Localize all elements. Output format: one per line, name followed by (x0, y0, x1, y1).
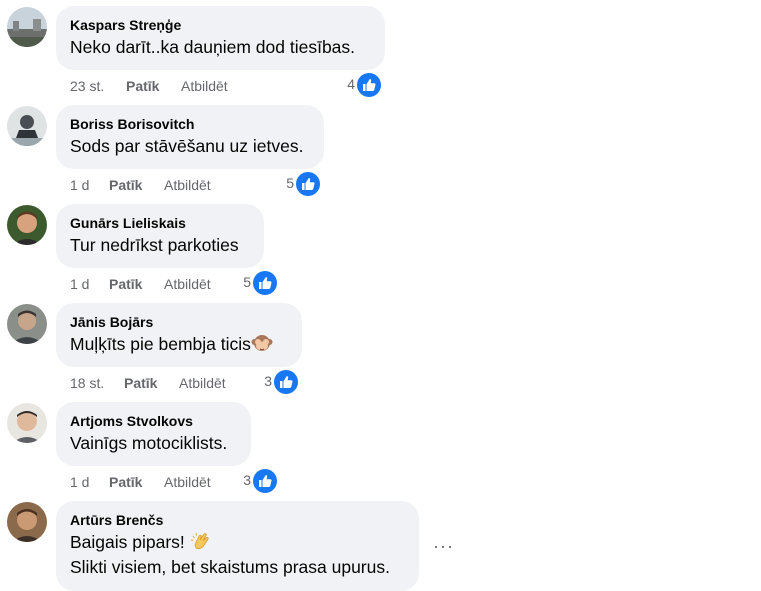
avatar[interactable] (7, 7, 47, 47)
reaction-summary[interactable]: 3 (236, 469, 277, 493)
avatar[interactable] (7, 403, 47, 443)
reply-button[interactable]: Atbildēt (164, 275, 211, 293)
avatar[interactable] (7, 304, 47, 344)
reply-button[interactable]: Atbildēt (181, 77, 228, 95)
like-reaction-icon (274, 370, 298, 394)
comment-text-line2: Slikti visiem, bet skaistums prasa upuru… (70, 557, 390, 577)
reaction-count: 5 (286, 175, 294, 191)
comment-author[interactable]: Jānis Bojārs (70, 313, 289, 331)
reply-button[interactable]: Atbildēt (164, 176, 211, 194)
reply-button[interactable]: Atbildēt (164, 473, 211, 491)
like-button[interactable]: Patīk (109, 176, 142, 194)
more-options-button[interactable]: ··· (433, 537, 454, 555)
reaction-count: 3 (264, 373, 272, 389)
comment-timestamp[interactable]: 23 st. (70, 77, 104, 95)
like-button[interactable]: Patīk (109, 473, 142, 491)
comment-timestamp[interactable]: 1 d (70, 176, 89, 194)
comment-text: Tur nedrīkst parkoties (70, 235, 239, 255)
reply-button[interactable]: Atbildēt (179, 374, 226, 392)
comment-author[interactable]: Kaspars Streņģe (70, 16, 372, 34)
comment-bubble: Artjoms Stvolkovs Vainīgs motociklists. (56, 402, 251, 466)
like-reaction-icon (357, 73, 381, 97)
reaction-summary[interactable]: 4 (340, 73, 381, 97)
comment-bubble: Jānis Bojārs Muļķīts pie bembja ticis (56, 303, 302, 367)
see-no-evil-monkey-icon (251, 333, 273, 353)
comment-text: Sods par stāvēšanu uz ietves. (70, 136, 304, 156)
comment-author[interactable]: Gunārs Lieliskais (70, 214, 251, 232)
comment-text: Muļķīts pie bembja ticis (70, 332, 289, 356)
comment-text-content: Muļķīts pie bembja ticis (70, 334, 251, 354)
like-button[interactable]: Patīk (109, 275, 142, 293)
comment-text: Neko darīt..ka dauņiem dod tiesības. (70, 37, 356, 57)
like-button[interactable]: Patīk (124, 374, 157, 392)
reaction-count: 4 (347, 76, 355, 92)
comment-bubble: Gunārs Lieliskais Tur nedrīkst parkoties (56, 204, 264, 268)
reaction-summary[interactable]: 5 (279, 172, 320, 196)
comment-bubble: Kaspars Streņģe Neko darīt..ka dauņiem d… (56, 6, 385, 70)
comment-bubble: Boriss Borisovitch Sods par stāvēšanu uz… (56, 105, 324, 169)
reaction-summary[interactable]: 3 (257, 370, 298, 394)
comment-text: Baigais pipars! (70, 530, 406, 554)
reaction-count: 3 (243, 472, 251, 488)
clapping-hands-icon (190, 531, 212, 551)
like-reaction-icon (296, 172, 320, 196)
reaction-summary[interactable]: 5 (236, 271, 277, 295)
comment-author[interactable]: Boriss Borisovitch (70, 115, 311, 133)
avatar[interactable] (7, 205, 47, 245)
like-reaction-icon (253, 271, 277, 295)
comment-bubble: Artūrs Brenčs Baigais pipars! Slikti vis… (56, 501, 419, 591)
reaction-count: 5 (243, 274, 251, 290)
comment-timestamp[interactable]: 1 d (70, 473, 89, 491)
comment-text: Vainīgs motociklists. (70, 433, 228, 453)
like-reaction-icon (253, 469, 277, 493)
avatar[interactable] (7, 106, 47, 146)
comment-text-content: Baigais pipars! (70, 532, 185, 552)
avatar[interactable] (7, 502, 47, 542)
like-button[interactable]: Patīk (126, 77, 159, 95)
comment-timestamp[interactable]: 18 st. (70, 374, 104, 392)
comment-author[interactable]: Artjoms Stvolkovs (70, 412, 238, 430)
comment-author[interactable]: Artūrs Brenčs (70, 511, 406, 529)
comment-timestamp[interactable]: 1 d (70, 275, 89, 293)
